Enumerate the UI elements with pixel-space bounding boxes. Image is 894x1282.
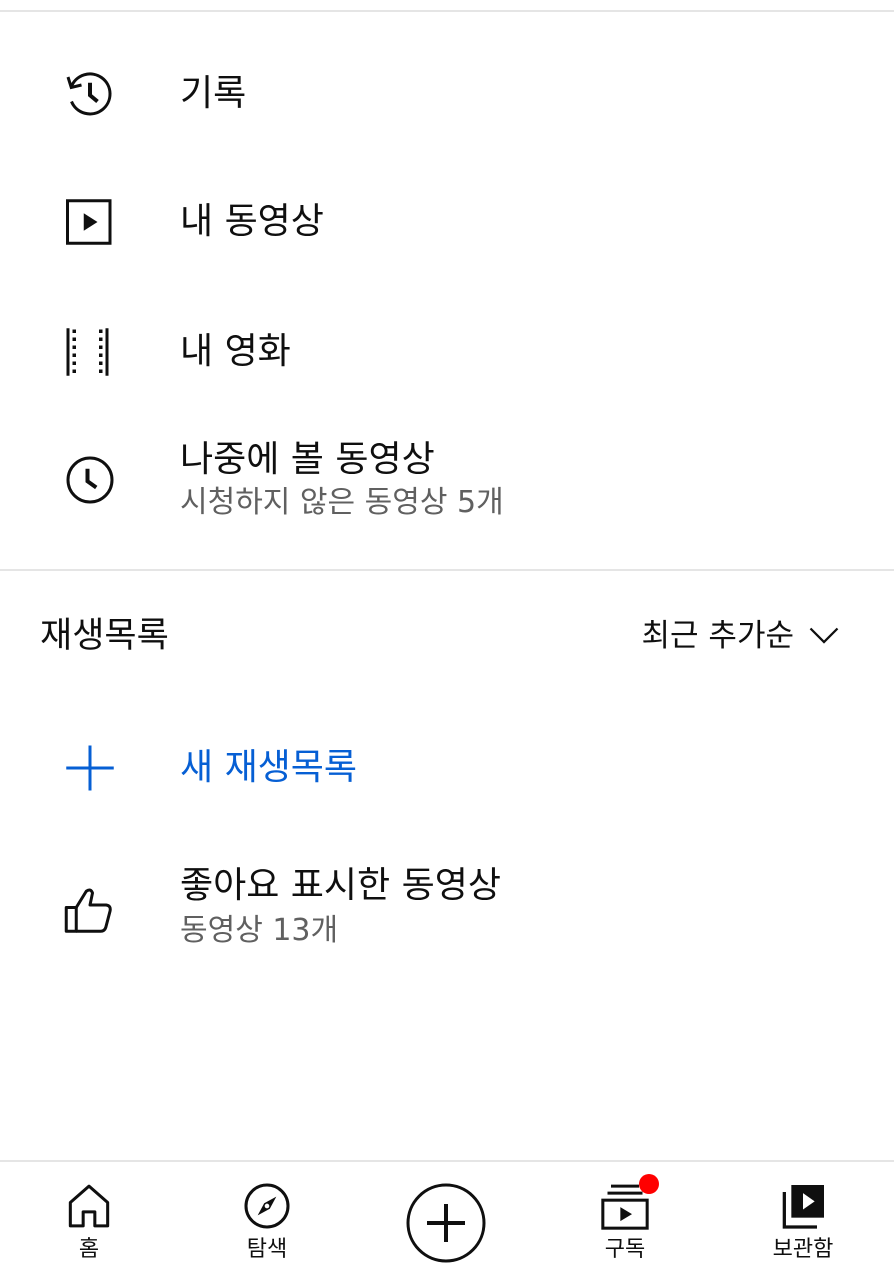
history-label: 기록	[180, 73, 247, 114]
notification-badge	[639, 1174, 659, 1194]
liked-videos-item[interactable]: 좋아요 표시한 동영상 동영상 13개	[0, 846, 894, 974]
library-icon	[775, 1178, 831, 1234]
nav-library[interactable]: 보관함	[714, 1162, 892, 1280]
top-divider	[0, 10, 894, 12]
liked-videos-count: 동영상 13개	[180, 913, 339, 948]
compass-icon	[239, 1178, 295, 1234]
nav-subscriptions[interactable]: 구독	[536, 1162, 714, 1280]
nav-library-label: 보관함	[772, 1237, 834, 1262]
clock-icon	[60, 450, 120, 510]
nav-subscriptions-label: 구독	[604, 1237, 646, 1262]
new-playlist-label: 새 재생목록	[180, 747, 358, 788]
bottom-nav: 홈 탐색 구독 보관함	[0, 1160, 894, 1282]
my-videos-item[interactable]: 내 동영상	[0, 158, 894, 286]
plus-icon	[60, 738, 120, 798]
liked-videos-label: 좋아요 표시한 동영상	[180, 865, 501, 906]
nav-home-label: 홈	[78, 1237, 100, 1262]
home-icon	[61, 1178, 117, 1234]
watch-later-label: 나중에 볼 동영상	[180, 439, 435, 480]
play-square-icon	[60, 192, 120, 252]
my-movies-item[interactable]: 내 영화	[0, 288, 894, 416]
my-movies-label: 내 영화	[180, 331, 291, 372]
playlists-title: 재생목록	[40, 616, 169, 656]
chevron-down-icon	[806, 618, 842, 654]
thumbs-up-icon	[60, 880, 120, 940]
nav-home[interactable]: 홈	[0, 1162, 178, 1280]
create-button[interactable]	[405, 1182, 487, 1264]
film-icon	[60, 322, 120, 382]
sort-label: 최근 추가순	[641, 618, 794, 654]
my-videos-label: 내 동영상	[180, 201, 324, 242]
history-item[interactable]: 기록	[0, 30, 894, 158]
watch-later-count: 시청하지 않은 동영상 5개	[180, 485, 504, 520]
watch-later-item[interactable]: 나중에 볼 동영상 시청하지 않은 동영상 5개	[0, 418, 894, 546]
sort-dropdown[interactable]: 최근 추가순	[642, 616, 842, 656]
nav-explore-label: 탐색	[246, 1237, 288, 1262]
section-divider	[0, 569, 894, 571]
new-playlist-button[interactable]: 새 재생목록	[0, 704, 894, 832]
nav-explore[interactable]: 탐색	[178, 1162, 356, 1280]
history-icon	[60, 64, 120, 124]
